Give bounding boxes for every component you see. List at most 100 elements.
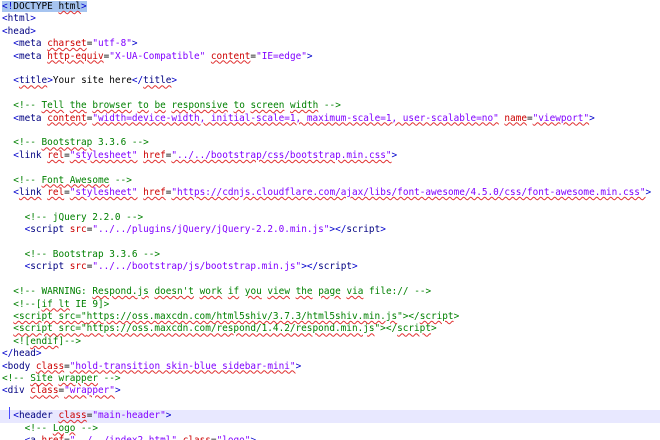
code-line[interactable]: <meta http-equiv="X-UA-Compatible" conte…	[0, 51, 660, 63]
code-line[interactable]: <script src="https://oss.maxcdn.com/resp…	[0, 323, 660, 335]
code-token: <!-- Bootstrap 3.3.6 -->	[24, 249, 161, 260]
code-token: -->	[318, 100, 341, 112]
code-token: link	[18, 187, 42, 198]
code-token: link	[18, 149, 42, 161]
code-line[interactable]: <!-- Bootstrap 3.3.6 -->	[0, 137, 660, 149]
code-line[interactable]: <script src="https://oss.maxcdn.com/html…	[0, 311, 660, 323]
code-line[interactable]: <!-- Logo -->	[0, 423, 660, 435]
code-line[interactable]: <![endif]-->	[0, 336, 660, 348]
code-token: browser	[92, 100, 132, 112]
code-editor[interactable]: <!DOCTYPE html> <html> <head> <meta charse…	[0, 0, 660, 440]
code-token: screen	[250, 100, 285, 112]
code-token: "IE=edge"	[256, 50, 307, 62]
code-token: Respond.js	[92, 286, 149, 298]
code-line[interactable]: <link rel="stylesheet" href="https://cdn…	[0, 187, 660, 199]
code-token: div	[7, 385, 25, 397]
code-token: file:// -->	[363, 286, 432, 298]
code-token: "logo"	[217, 435, 251, 440]
code-token: to	[233, 100, 245, 112]
code-line[interactable]	[0, 274, 660, 286]
code-line[interactable]	[0, 63, 660, 75]
code-token: width	[290, 100, 319, 112]
code-token: "../../bootstrap/css/bootstrap.min.css"	[171, 149, 392, 161]
code-token: >	[430, 323, 437, 335]
code-token: https://oss.maxcdn.com/html5shiv/3.7.3/h…	[86, 311, 398, 322]
code-token: be	[154, 100, 166, 112]
code-token: href	[143, 149, 166, 161]
code-line[interactable]: <title>Your site here</title>	[0, 75, 660, 87]
code-token: >	[380, 224, 386, 236]
code-token: <script src="	[13, 323, 87, 335]
code-line[interactable]: <div class="wrapper">	[0, 385, 660, 397]
code-line[interactable]: <!-- Tell the browser to be responsive t…	[0, 100, 660, 112]
code-line[interactable]: <!-- Site wrapper -->	[0, 373, 660, 385]
code-token: >	[81, 1, 87, 12]
code-token: <!--	[13, 174, 42, 186]
code-token: "wrapper"	[64, 385, 115, 397]
code-line[interactable]: <meta charset="utf-8">	[0, 38, 660, 50]
code-line[interactable]	[0, 88, 660, 100]
code-token: to	[137, 100, 149, 112]
code-line[interactable]: </head>	[0, 348, 660, 360]
code-token: wrapper	[58, 373, 98, 384]
code-token: Tell	[41, 100, 65, 112]
code-line[interactable]: <!-- Bootstrap 3.3.6 -->	[0, 249, 660, 261]
code-line[interactable]: <!-- WARNING: Respond.js doesn't work if…	[0, 286, 660, 298]
code-token: Site	[30, 373, 53, 384]
code-line[interactable]	[0, 162, 660, 174]
code-line[interactable]	[0, 125, 660, 137]
code-line[interactable]: <!-- jQuery 2.2.0 -->	[0, 212, 660, 224]
code-token: "https://cdnjs.cloudflare.com/ajax/libs/…	[171, 187, 646, 198]
code-token: -->	[97, 373, 121, 384]
code-line[interactable]	[0, 237, 660, 249]
code-token: if lt	[41, 298, 70, 310]
code-token: <!-- jQuery 2.2.0 -->	[24, 211, 144, 223]
code-token: the	[69, 100, 87, 112]
code-token: head	[13, 348, 36, 360]
code-token: <script src="	[13, 311, 87, 322]
code-token: page	[318, 286, 341, 298]
code-token: "X-UA-Compatible"	[109, 50, 206, 62]
code-token: meta	[18, 112, 42, 124]
code-line[interactable]: <!-- Font Awesome -->	[0, 175, 660, 187]
code-token: rel	[47, 187, 65, 198]
code-token: "utf-8"	[92, 38, 132, 50]
code-token: content	[210, 50, 251, 62]
code-token: the	[295, 286, 313, 298]
code-token: href	[143, 187, 166, 198]
code-token: IE 9]>	[69, 298, 110, 310]
code-token: class	[58, 410, 87, 422]
code-token: >	[352, 261, 358, 273]
code-line[interactable]: <link rel="stylesheet" href="../../boots…	[0, 150, 660, 162]
code-line[interactable]: <meta content="width=device-width, initi…	[0, 113, 660, 125]
code-token: ]-->	[58, 335, 82, 347]
code-token: if	[227, 286, 240, 298]
code-line[interactable]: <!DOCTYPE html>	[0, 1, 660, 13]
code-token: html	[7, 13, 31, 25]
code-token: >	[391, 149, 398, 161]
code-token: meta	[18, 50, 42, 62]
code-line[interactable]: <head>	[0, 26, 660, 38]
code-line[interactable]: <html>	[0, 13, 660, 25]
code-token: <!--	[2, 373, 31, 384]
code-token: >	[589, 112, 595, 124]
code-line[interactable]	[0, 199, 660, 211]
code-line[interactable]: <a href="../../index2.html" class="logo"…	[0, 435, 660, 440]
code-token: script	[419, 311, 454, 322]
code-token: "main-header"	[92, 410, 166, 422]
code-line[interactable]	[0, 398, 660, 410]
code-line[interactable]: <script src="../../plugins/jQuery/jQuery…	[0, 224, 660, 236]
code-line[interactable]: <header class="main-header">	[0, 410, 660, 423]
code-token: <!--	[13, 137, 42, 149]
code-line[interactable]: <script src="../../bootstrap/js/bootstra…	[0, 261, 660, 273]
code-line[interactable]: <!--[if lt IE 9]>	[0, 299, 660, 311]
code-line[interactable]: <body class="hold-transition skin-blue s…	[0, 361, 660, 373]
